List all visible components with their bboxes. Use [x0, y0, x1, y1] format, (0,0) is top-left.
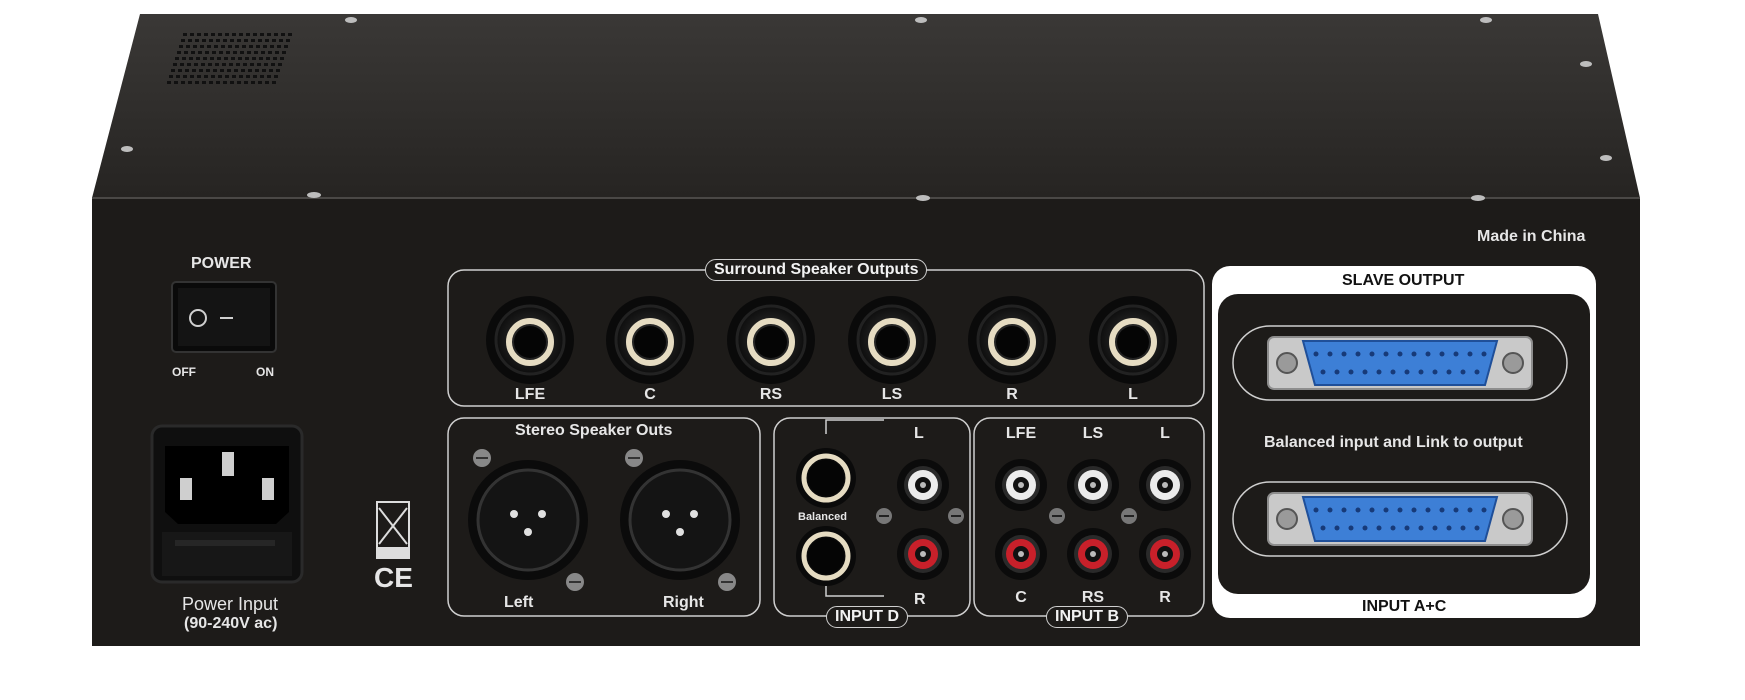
input-b-label-ls: LS: [1082, 425, 1104, 442]
switch-off-label: OFF: [172, 365, 196, 379]
power-input-label: Power Input: [182, 594, 279, 614]
input-b-label-lfe: LFE: [1005, 425, 1037, 442]
surround-output-l[interactable]: [1093, 300, 1173, 380]
input-d-r-label: R: [914, 591, 926, 608]
power-switch[interactable]: [172, 282, 276, 352]
input-b-jack-rs[interactable]: [1071, 532, 1115, 576]
surround-label-ls: LS: [881, 386, 903, 403]
surround-label-c: C: [644, 386, 656, 403]
input-d-balanced-jack-l: [796, 448, 856, 508]
surround-output-rs[interactable]: [731, 300, 811, 380]
input-b-jack-c[interactable]: [999, 532, 1043, 576]
input-b-jack-l[interactable]: [1143, 463, 1187, 507]
slave-output-label: SLAVE OUTPUT: [1342, 272, 1465, 289]
power-inlet-socket[interactable]: [152, 426, 302, 582]
input-ac-connector[interactable]: [1295, 496, 1505, 542]
balanced-label: Balanced: [798, 511, 847, 523]
xlr-left-output[interactable]: [468, 460, 588, 580]
surround-label-lfe: LFE: [514, 386, 546, 403]
switch-on-label: ON: [256, 365, 274, 379]
input-ac-label: INPUT A+C: [1362, 598, 1447, 615]
input-d-rca-r: [897, 528, 949, 580]
input-b-title: INPUT B: [1046, 606, 1128, 628]
input-b-label-r: R: [1159, 589, 1171, 606]
chassis-top: [92, 14, 1640, 198]
surround-output-r[interactable]: [972, 300, 1052, 380]
power-input-range: (90-240V ac): [184, 615, 278, 632]
made-in-china-label: Made in China: [1477, 228, 1586, 245]
input-b-label-rs: RS: [1081, 589, 1105, 606]
stereo-right-label: Right: [663, 594, 704, 611]
surround-output-ls[interactable]: [852, 300, 932, 380]
input-d-balanced-jack-r: [796, 526, 856, 586]
slave-output-connector[interactable]: [1295, 340, 1505, 386]
input-b-jack-lfe[interactable]: [999, 463, 1043, 507]
amplifier-rear-panel: POWER OFF ON Made in China Surround Spea…: [0, 0, 1745, 700]
surround-title: Surround Speaker Outputs: [705, 259, 928, 281]
surround-label-l: L: [1128, 386, 1138, 403]
surround-label-r: R: [1006, 386, 1018, 403]
link-text: Balanced input and Link to output: [1264, 434, 1523, 451]
input-b-label-l: L: [1160, 425, 1170, 442]
input-d-rca-l: [897, 459, 949, 511]
xlr-right-output[interactable]: [620, 460, 740, 580]
surround-output-lfe[interactable]: [490, 300, 570, 380]
input-b-label-c: C: [1015, 589, 1027, 606]
input-b-jack-r[interactable]: [1143, 532, 1187, 576]
power-label: POWER: [191, 255, 252, 272]
stereo-title: Stereo Speaker Outs: [515, 422, 673, 439]
surround-output-c[interactable]: [610, 300, 690, 380]
ce-mark: CE: [374, 562, 413, 593]
surround-label-rs: RS: [759, 386, 783, 403]
stereo-left-label: Left: [504, 594, 534, 611]
input-d-l-label: L: [914, 425, 924, 442]
input-d-title: INPUT D: [826, 606, 908, 628]
input-b-jack-ls[interactable]: [1071, 463, 1115, 507]
